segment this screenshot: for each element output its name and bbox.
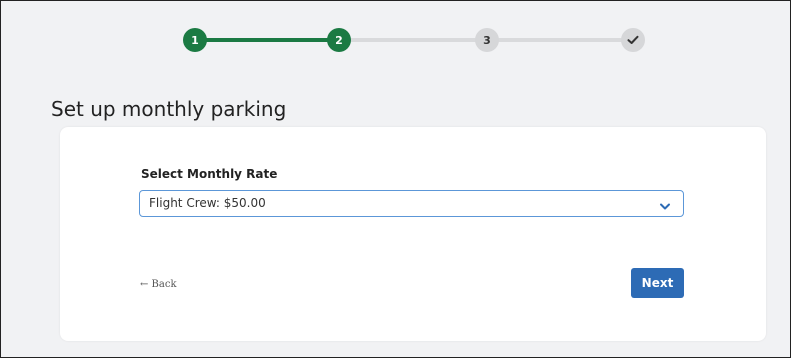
monthly-rate-selected-value: Flight Crew: $50.00 — [149, 196, 266, 210]
step-3-label: 3 — [483, 33, 491, 47]
monthly-rate-select[interactable]: Flight Crew: $50.00 — [139, 190, 684, 217]
step-1-label: 1 — [191, 33, 199, 47]
stepper-line-pending — [485, 38, 631, 42]
step-4 — [621, 28, 645, 52]
step-3: 3 — [475, 28, 499, 52]
stepper-line-complete — [195, 38, 343, 42]
check-icon — [627, 35, 639, 45]
page-frame: 1 2 3 Set up monthly parking Select Mont… — [0, 0, 791, 358]
form-card: Select Monthly Rate Flight Crew: $50.00 … — [60, 127, 766, 341]
chevron-down-icon — [659, 199, 671, 210]
back-link[interactable]: ← Back — [140, 279, 177, 290]
progress-stepper: 1 2 3 — [183, 26, 645, 56]
page-title: Set up monthly parking — [51, 97, 287, 121]
next-button[interactable]: Next — [631, 268, 684, 298]
monthly-rate-label: Select Monthly Rate — [141, 167, 278, 181]
step-1: 1 — [183, 28, 207, 52]
stepper-line-pending — [345, 38, 485, 42]
step-2: 2 — [327, 28, 351, 52]
step-2-label: 2 — [335, 33, 343, 47]
